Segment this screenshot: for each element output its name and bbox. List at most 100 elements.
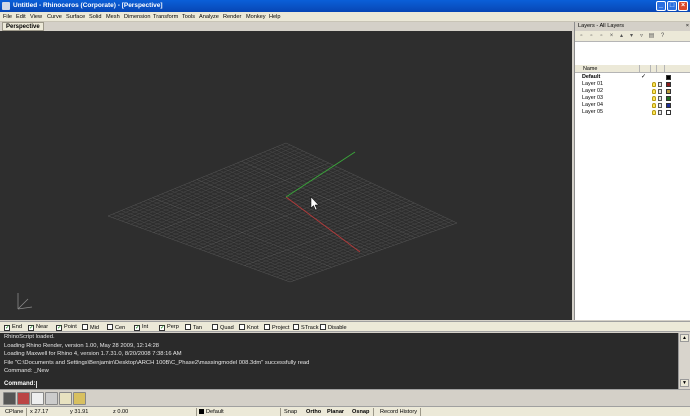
- status-ortho-toggle[interactable]: Ortho: [306, 409, 321, 415]
- menu-tools[interactable]: Tools: [182, 14, 195, 20]
- osnap-checkbox[interactable]: [320, 324, 326, 330]
- render-toolbar-icon[interactable]: [17, 392, 30, 405]
- menu-view[interactable]: View: [30, 14, 42, 20]
- move-layer-up-icon[interactable]: ▴: [618, 33, 625, 40]
- menu-solid[interactable]: Solid: [89, 14, 101, 20]
- maximize-button[interactable]: □: [667, 1, 677, 11]
- osnap-near[interactable]: ✓ Near: [28, 324, 48, 331]
- scroll-down-icon[interactable]: ▼: [680, 379, 689, 387]
- minimize-button[interactable]: _: [656, 1, 666, 11]
- osnap-mid[interactable]: Mid: [82, 324, 99, 331]
- menu-surface[interactable]: Surface: [66, 14, 85, 20]
- layer-color-swatch[interactable]: [666, 110, 671, 115]
- status-current-layer[interactable]: Default: [199, 409, 224, 415]
- layer-name[interactable]: Default: [582, 74, 600, 80]
- osnap-quad[interactable]: Quad: [212, 324, 234, 331]
- osnap-checkbox[interactable]: ✓: [56, 325, 62, 331]
- osnap-checkbox[interactable]: [264, 324, 270, 330]
- layer-unlocked-icon[interactable]: [658, 96, 662, 101]
- menu-file[interactable]: File: [3, 14, 12, 20]
- layer-visible-bulb-icon[interactable]: [652, 103, 656, 108]
- close-button[interactable]: ×: [678, 1, 688, 11]
- layer-help-icon[interactable]: ?: [659, 33, 666, 40]
- layer-name[interactable]: Layer 05: [582, 109, 603, 115]
- osnap-checkbox[interactable]: ✓: [4, 325, 10, 331]
- layer-row[interactable]: Layer 02: [575, 88, 690, 95]
- layer-color-swatch[interactable]: [666, 89, 671, 94]
- new-layer-icon[interactable]: ▫: [578, 33, 585, 40]
- layer-unlocked-icon[interactable]: [658, 82, 662, 87]
- osnap-checkbox[interactable]: [212, 324, 218, 330]
- osnap-knot[interactable]: Knot: [239, 324, 259, 331]
- osnap-tan[interactable]: Tan: [185, 324, 202, 331]
- osnap-disable[interactable]: Disable: [320, 324, 347, 331]
- layers-column-name[interactable]: Name: [583, 66, 597, 72]
- menu-analyze[interactable]: Analyze: [199, 14, 219, 20]
- osnap-strack[interactable]: STrack: [293, 324, 319, 331]
- maxwell-toolbar-icon[interactable]: [31, 392, 44, 405]
- menu-transform[interactable]: Transform: [153, 14, 178, 20]
- layer-visible-bulb-icon[interactable]: [652, 96, 656, 101]
- delete-layer-icon[interactable]: ×: [608, 33, 615, 40]
- layer-color-swatch[interactable]: [666, 103, 671, 108]
- rhino-toolbar-icon[interactable]: [3, 392, 16, 405]
- menu-edit[interactable]: Edit: [16, 14, 26, 20]
- menu-curve[interactable]: Curve: [47, 14, 62, 20]
- status-planar-toggle[interactable]: Planar: [327, 409, 344, 415]
- layer-unlocked-icon[interactable]: [658, 103, 662, 108]
- layer-row[interactable]: Layer 04: [575, 102, 690, 109]
- new-sublayer-icon[interactable]: ▫: [588, 33, 595, 40]
- history-scrollbar[interactable]: ▲ ▼: [678, 333, 690, 389]
- command-line[interactable]: Command:: [0, 380, 678, 389]
- osnap-cen[interactable]: Cen: [107, 324, 125, 331]
- pencil-toolbar-icon[interactable]: [73, 392, 86, 405]
- menu-monkey[interactable]: Monkey: [246, 14, 266, 20]
- osnap-checkbox[interactable]: [239, 324, 245, 330]
- osnap-point[interactable]: ✓ Point: [56, 324, 77, 331]
- status-record-history[interactable]: Record History: [380, 409, 417, 415]
- menu-dimension[interactable]: Dimension: [124, 14, 150, 20]
- layer-tools-icon[interactable]: ▤: [648, 33, 655, 40]
- menu-render[interactable]: Render: [223, 14, 241, 20]
- osnap-checkbox[interactable]: ✓: [28, 325, 34, 331]
- layers-panel-close-icon[interactable]: ×: [686, 23, 689, 29]
- plugin-toolbar-icon[interactable]: [59, 392, 72, 405]
- layer-color-swatch[interactable]: [666, 75, 671, 80]
- perspective-viewport[interactable]: [0, 31, 572, 320]
- layer-name[interactable]: Layer 02: [582, 88, 603, 94]
- osnap-checkbox[interactable]: [185, 324, 191, 330]
- layer-name[interactable]: Layer 03: [582, 95, 603, 101]
- osnap-int[interactable]: ✓ Int: [134, 324, 148, 331]
- current-layer-check-icon[interactable]: ✓: [641, 73, 646, 80]
- layer-visible-bulb-icon[interactable]: [652, 82, 656, 87]
- osnap-checkbox[interactable]: ✓: [159, 325, 165, 331]
- layer-unlocked-icon[interactable]: [658, 89, 662, 94]
- osnap-checkbox[interactable]: [107, 324, 113, 330]
- menu-mesh[interactable]: Mesh: [106, 14, 120, 20]
- move-layer-down-icon[interactable]: ▾: [628, 33, 635, 40]
- layer-filter-icon[interactable]: ▿: [638, 33, 645, 40]
- layer-row[interactable]: Layer 05: [575, 109, 690, 116]
- status-osnap-toggle[interactable]: Osnap: [352, 409, 369, 415]
- osnap-checkbox[interactable]: [293, 324, 299, 330]
- layer-visible-bulb-icon[interactable]: [652, 110, 656, 115]
- layer-row[interactable]: Layer 01: [575, 81, 690, 88]
- layer-name[interactable]: Layer 04: [582, 102, 603, 108]
- status-cplane[interactable]: CPlane: [5, 409, 23, 415]
- layer-row[interactable]: Layer 03: [575, 95, 690, 102]
- layer-row[interactable]: Default ✓: [575, 74, 690, 81]
- status-snap-toggle[interactable]: Snap: [284, 409, 297, 415]
- osnap-checkbox[interactable]: [82, 324, 88, 330]
- scroll-up-icon[interactable]: ▲: [680, 334, 689, 342]
- osnap-checkbox[interactable]: ✓: [134, 325, 140, 331]
- osnap-end[interactable]: ✓ End: [4, 324, 22, 331]
- osnap-project[interactable]: Project: [264, 324, 289, 331]
- viewport-tab-perspective[interactable]: Perspective: [2, 22, 44, 31]
- new-layer-child-icon[interactable]: ▫: [598, 33, 605, 40]
- layer-unlocked-icon[interactable]: [658, 110, 662, 115]
- layer-name[interactable]: Layer 01: [582, 81, 603, 87]
- viewport-canvas[interactable]: [0, 31, 572, 320]
- command-input[interactable]: [36, 381, 37, 388]
- layer-color-swatch[interactable]: [666, 96, 671, 101]
- layer-color-swatch[interactable]: [666, 82, 671, 87]
